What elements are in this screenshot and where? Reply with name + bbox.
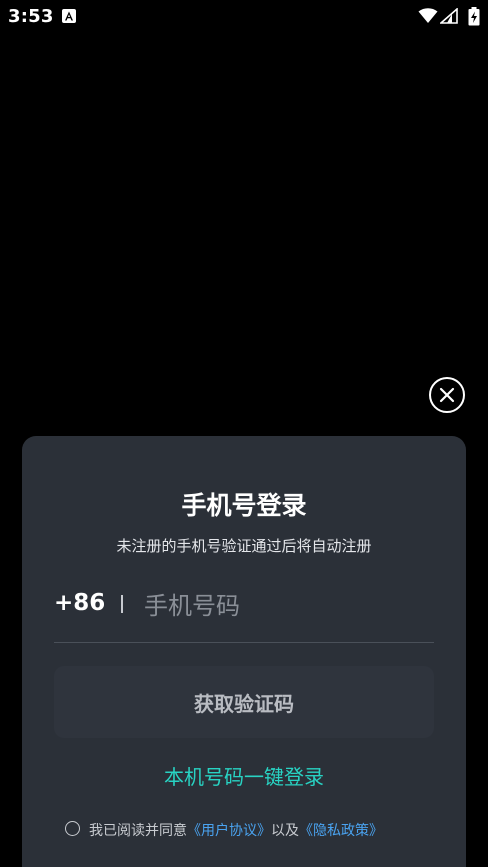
agreement-row: 我已阅读并同意《用户协议》以及《隐私政策》 (65, 818, 445, 842)
one-click-login-link[interactable]: 本机号码一键登录 (22, 761, 466, 790)
privacy-policy-link[interactable]: 《隐私政策》 (299, 823, 383, 839)
cellular-signal-icon (438, 7, 458, 28)
login-panel: 手机号登录 未注册的手机号验证通过后将自动注册 +86 获取验证码 本机号码一键… (22, 436, 466, 867)
phone-number-input[interactable] (144, 586, 424, 626)
country-code-divider (121, 595, 123, 613)
country-code[interactable]: +86 (54, 590, 105, 616)
status-bar: 3:53 (0, 0, 488, 34)
user-agreement-link[interactable]: 《用户协议》 (187, 823, 271, 839)
close-button[interactable] (429, 377, 465, 413)
panel-subtitle: 未注册的手机号验证通过后将自动注册 (116, 537, 372, 555)
login-screen: 3:53 手机号登录 未注册的手机号验证通过后将自动注册 +86 手机号码 获取… (0, 0, 488, 867)
agreement-text: 我已阅读并同意《用户协议》以及《隐私政策》 (89, 820, 383, 840)
battery-charging-icon (468, 7, 480, 30)
agreement-checkbox[interactable] (65, 821, 80, 836)
panel-title: 手机号登录 (181, 491, 307, 520)
wifi-icon (418, 8, 438, 28)
agreement-prefix: 我已阅读并同意 (89, 823, 187, 839)
agreement-conjunction: 以及 (271, 823, 299, 839)
phone-input-row: +86 (54, 582, 434, 643)
notification-a-icon (62, 9, 76, 23)
get-verification-code-button[interactable]: 获取验证码 (54, 666, 434, 738)
close-icon (439, 387, 455, 403)
status-time: 3:53 (8, 6, 54, 27)
